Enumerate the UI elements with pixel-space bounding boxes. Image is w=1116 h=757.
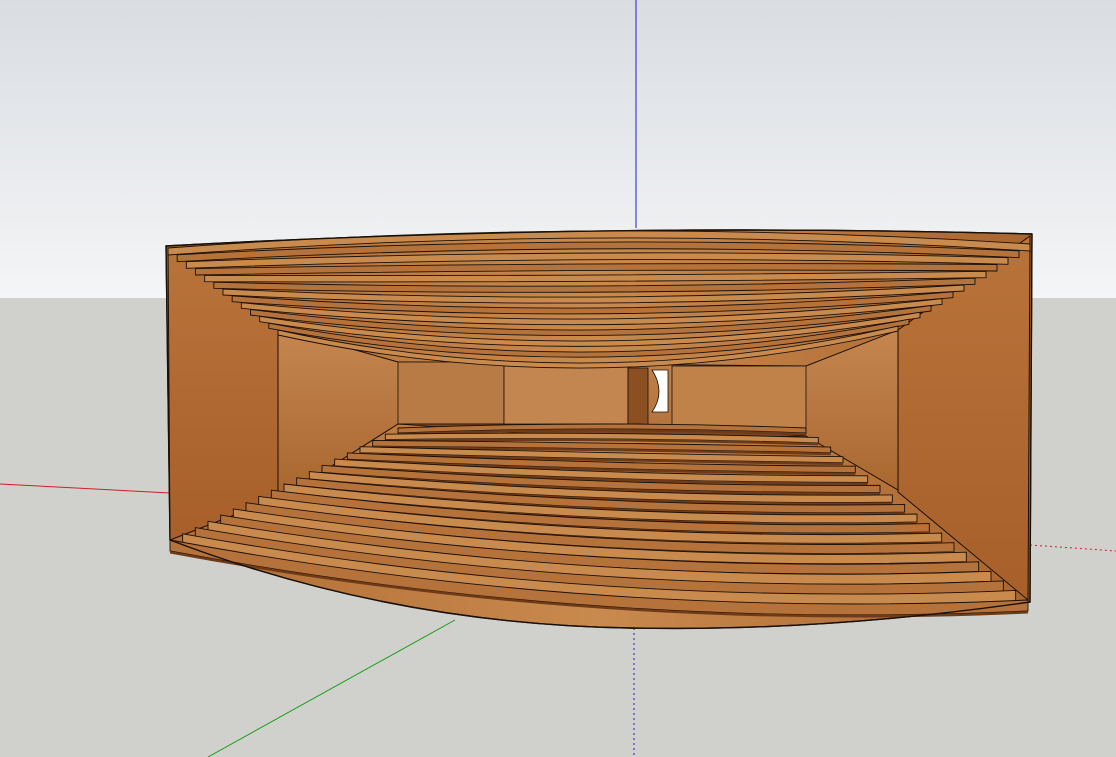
model-canvas[interactable] <box>0 0 1116 757</box>
3d-viewport[interactable] <box>0 0 1116 757</box>
back-panel-right <box>671 365 807 435</box>
back-panel-left <box>397 361 505 425</box>
curved-terraced-seating-model[interactable] <box>165 229 1033 630</box>
